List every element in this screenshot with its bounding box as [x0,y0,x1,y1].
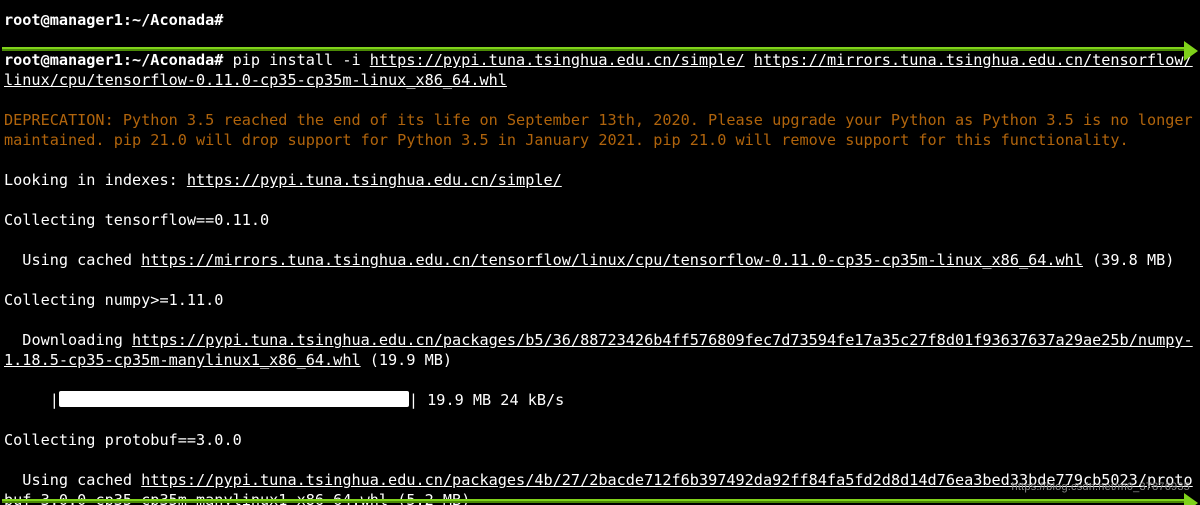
collecting-numpy: Collecting numpy>=1.11.0 [4,290,1196,310]
progress-bar-icon [59,391,409,407]
looking-indexes-url: https://pypi.tuna.tsinghua.edu.cn/simple… [187,171,562,189]
numpy-size: (19.9 MB) [361,351,452,369]
terminal-output[interactable]: root@manager1:~/Aconada# root@manager1:~… [0,0,1200,505]
highlight-arrow-icon [2,47,1186,51]
watermark-text: https://blog.csdn.net/m0_37876935 [1012,477,1190,497]
highlight-arrow-icon [2,499,1186,503]
shell-prompt: root@manager1:~/Aconada# [4,51,233,69]
command-text: pip install -i [233,51,370,69]
looking-indexes-label: Looking in indexes: [4,171,187,189]
using-cached-label: Using cached [4,251,141,269]
numpy-url: https://pypi.tuna.tsinghua.edu.cn/packag… [4,331,1193,369]
space [745,51,754,69]
cached-tensorflow-url: https://mirrors.tuna.tsinghua.edu.cn/ten… [141,251,1083,269]
collecting-protobuf: Collecting protobuf==3.0.0 [4,430,1196,450]
cached-tensorflow-size: (39.8 MB) [1083,251,1174,269]
pip-index-url: https://pypi.tuna.tsinghua.edu.cn/simple… [370,51,745,69]
progress-suffix: | 19.9 MB 24 kB/s [409,391,564,409]
deprecation-warning: DEPRECATION: Python 3.5 reached the end … [4,111,1200,149]
using-cached-label: Using cached [4,471,141,489]
previous-prompt-fragment: root@manager1:~/Aconada# [4,11,223,29]
collecting-tensorflow: Collecting tensorflow==0.11.0 [4,210,1196,230]
progress-prefix: | [4,391,59,409]
downloading-label: Downloading [4,331,132,349]
